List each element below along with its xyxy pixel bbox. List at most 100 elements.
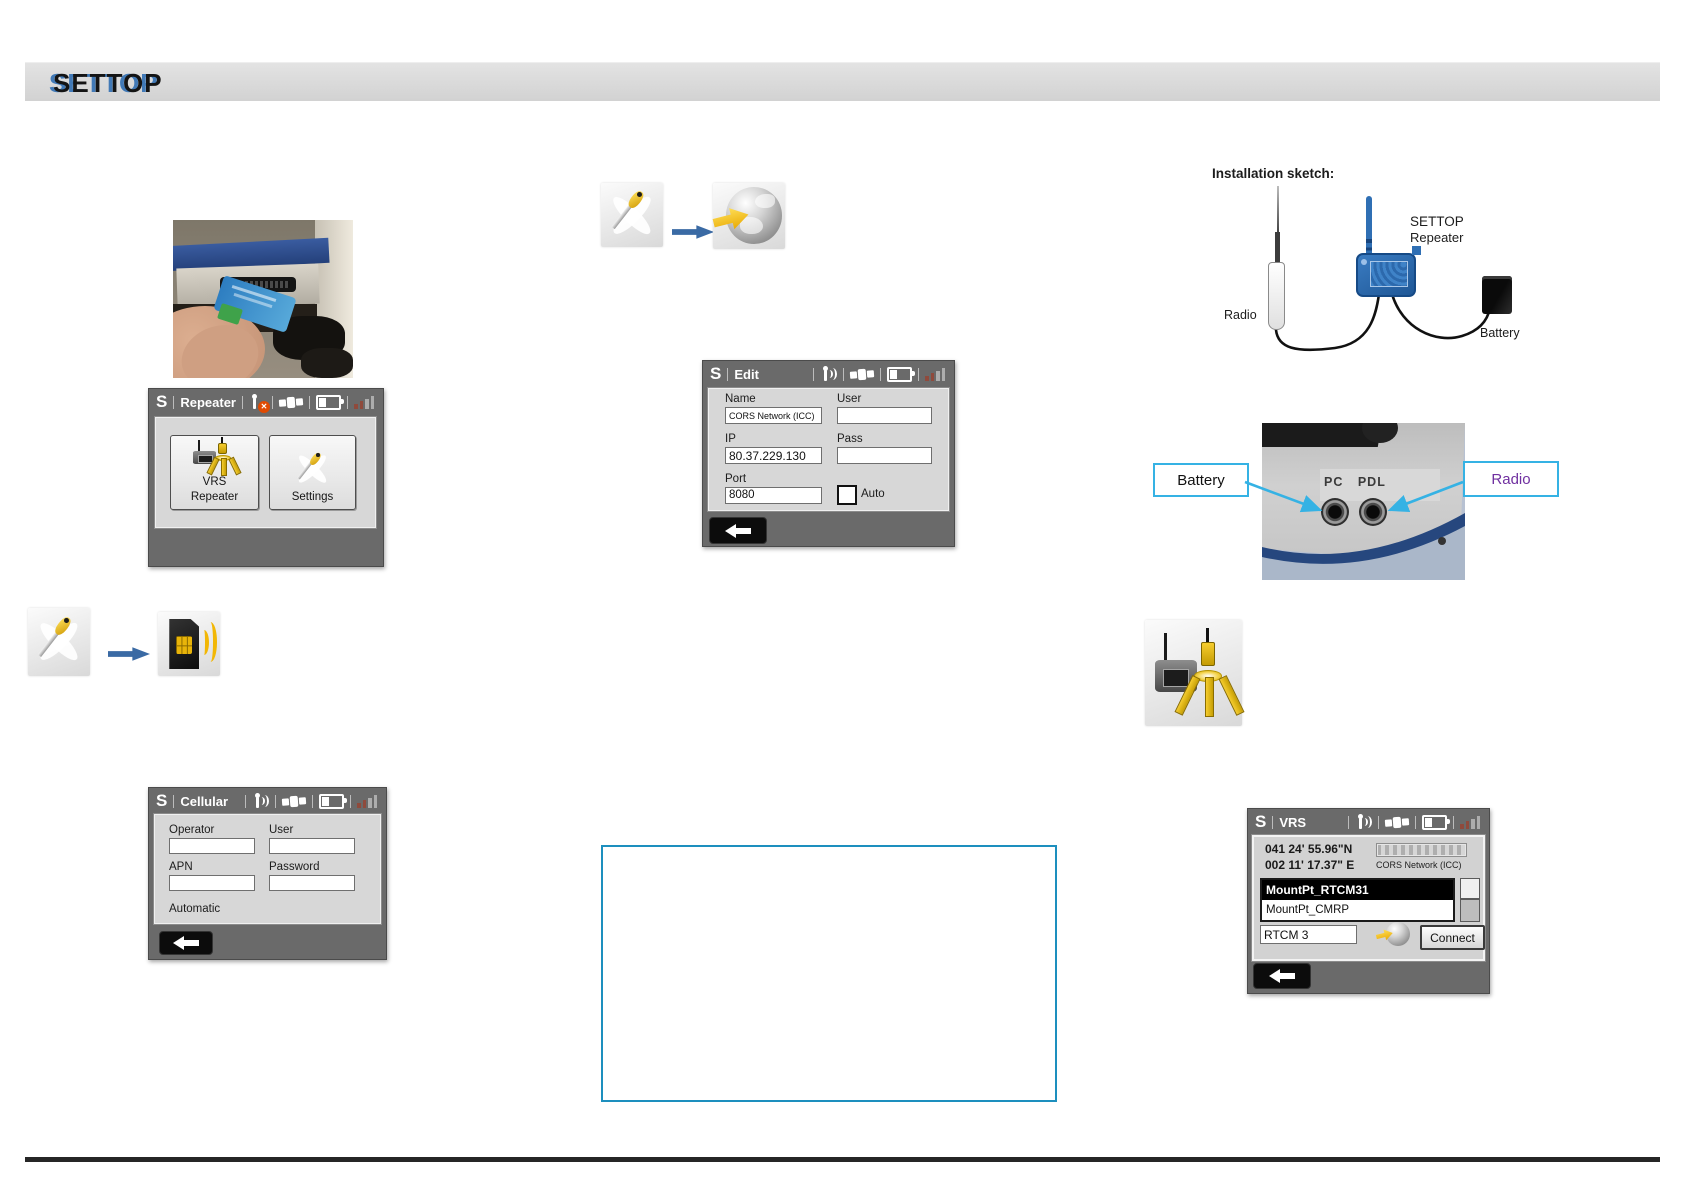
bluetooth-icon — [1355, 814, 1372, 830]
ports-photo: PC PDL — [1262, 423, 1465, 580]
radio-antenna-base — [1275, 232, 1280, 264]
edit-statusbar: S Edit — [703, 361, 954, 387]
sim-signal-icon — [160, 614, 218, 674]
signal-bars-icon — [354, 395, 376, 409]
network-name: CORS Network (ICC) — [1376, 860, 1462, 870]
back-button[interactable] — [709, 517, 767, 544]
screen-title: Edit — [734, 366, 759, 382]
screwdriver-icon — [32, 613, 86, 671]
battery-annotation-label: Battery — [1177, 471, 1225, 489]
repeater-statusbar: S Repeater ✕ — [149, 389, 383, 415]
bluetooth-icon — [820, 366, 837, 382]
settop-s-logo: S — [710, 364, 722, 383]
latitude-value: 041 24' 55.96"N — [1265, 842, 1353, 856]
manual-page: SETTOP S Repeater ✕ VRS Repeater Setting… — [0, 0, 1684, 1190]
settop-s-logo: S — [1255, 812, 1267, 831]
repeater-antenna — [1366, 196, 1372, 256]
back-button[interactable] — [159, 931, 213, 955]
battery-icon — [316, 394, 344, 410]
pass-label: Pass — [837, 433, 863, 445]
user-input[interactable] — [837, 407, 932, 424]
radio-body — [1268, 262, 1285, 330]
screen-title: Repeater — [180, 394, 236, 410]
settings-tile — [28, 608, 90, 676]
back-arrow-icon — [173, 936, 199, 950]
satellite-icon — [281, 794, 307, 809]
screen-title: VRS — [1279, 814, 1307, 830]
automatic-label: Automatic — [169, 903, 221, 915]
battery-icon — [887, 366, 915, 382]
satellite-icon — [278, 395, 304, 410]
satellite-icon — [849, 367, 875, 382]
signal-bars-icon — [357, 794, 379, 808]
user-label: User — [837, 393, 862, 405]
repeater-connector-stub — [1412, 246, 1421, 255]
page-footer-rule — [25, 1157, 1660, 1162]
satellite-icon — [1384, 815, 1410, 830]
repeater-sketch-label: Repeater — [1410, 230, 1464, 245]
internet-tile — [713, 183, 785, 249]
scrollbar-thumb[interactable] — [1461, 879, 1479, 901]
signal-bars-icon — [925, 367, 947, 381]
bluetooth-disconnected-icon: ✕ — [249, 394, 270, 413]
signal-bars-icon — [1460, 815, 1482, 829]
name-input[interactable]: CORS Network (ICC) — [725, 407, 822, 424]
radio-antenna-whip — [1277, 186, 1279, 236]
settings-button[interactable]: Settings — [269, 435, 356, 510]
settop-s-logo: S — [156, 791, 168, 810]
vrs-repeater-button-label: VRS Repeater — [190, 476, 239, 503]
longitude-value: 002 11' 17.37" E — [1265, 858, 1355, 872]
cellular-statusbar: S Cellular — [149, 788, 386, 814]
auto-checkbox[interactable] — [837, 485, 857, 505]
back-button[interactable] — [1253, 963, 1311, 989]
user-input[interactable] — [269, 838, 355, 854]
edit-screen: S Edit Name CORS Network (ICC) User IP 8… — [702, 360, 955, 547]
repeater-screen: S Repeater ✕ VRS Repeater Settings — [148, 388, 384, 567]
pass-input[interactable] — [837, 447, 932, 464]
settings-tile — [601, 183, 663, 247]
radio-tripod-icon — [193, 437, 242, 477]
name-label: Name — [725, 393, 756, 405]
cellular-screen: S Cellular Operator User APN Password Au… — [148, 787, 387, 960]
settop-s-logo: S — [156, 392, 168, 411]
operator-input[interactable] — [169, 838, 255, 854]
apn-input[interactable] — [169, 875, 255, 891]
installation-sketch-title: Installation sketch: — [1212, 166, 1335, 181]
back-arrow-icon — [1269, 969, 1295, 983]
battery-icon — [1422, 814, 1450, 830]
battery-sketch — [1482, 276, 1512, 314]
battery-icon — [319, 793, 347, 809]
mountpoint-item[interactable]: MountPt_CMRP — [1262, 900, 1453, 920]
radio-annotation: Radio — [1463, 461, 1559, 497]
connect-globe-icon — [1376, 921, 1410, 948]
list-scrollbar[interactable] — [1460, 878, 1480, 922]
arrow-right-icon — [108, 647, 150, 661]
repeater-device — [1356, 253, 1416, 297]
connect-button-label: Connect — [1430, 930, 1475, 945]
operator-label: Operator — [169, 824, 215, 836]
screwdriver-icon — [605, 187, 659, 243]
password-input[interactable] — [269, 875, 355, 891]
password-label: Password — [269, 861, 320, 873]
radio-annotation-label: Radio — [1491, 470, 1531, 488]
connect-button[interactable]: Connect — [1420, 925, 1485, 950]
auto-label: Auto — [861, 488, 885, 500]
settings-button-label: Settings — [291, 490, 334, 503]
format-input[interactable]: RTCM 3 — [1260, 925, 1357, 944]
mountpoint-list[interactable]: MountPt_RTCM31 MountPt_CMRP — [1260, 878, 1455, 922]
settop-logo: SETTOP — [53, 68, 163, 98]
user-label: User — [269, 824, 294, 836]
vrs-repeater-button[interactable]: VRS Repeater — [170, 435, 259, 510]
settop-sketch-label: SETTOP — [1410, 214, 1464, 229]
battery-sketch-label: Battery — [1480, 326, 1520, 340]
screen-title: Cellular — [180, 793, 229, 809]
vrs-statusbar: S VRS — [1248, 809, 1489, 835]
radio-sketch-label: Radio — [1224, 308, 1257, 322]
port-input[interactable]: 8080 — [725, 487, 822, 504]
ip-label: IP — [725, 433, 736, 445]
radio-tripod-icon — [1153, 628, 1245, 718]
note-box — [601, 845, 1057, 1102]
mountpoint-item-selected[interactable]: MountPt_RTCM31 — [1262, 880, 1453, 900]
ip-input[interactable]: 80.37.229.130 — [725, 447, 822, 464]
port-label: Port — [725, 473, 747, 485]
